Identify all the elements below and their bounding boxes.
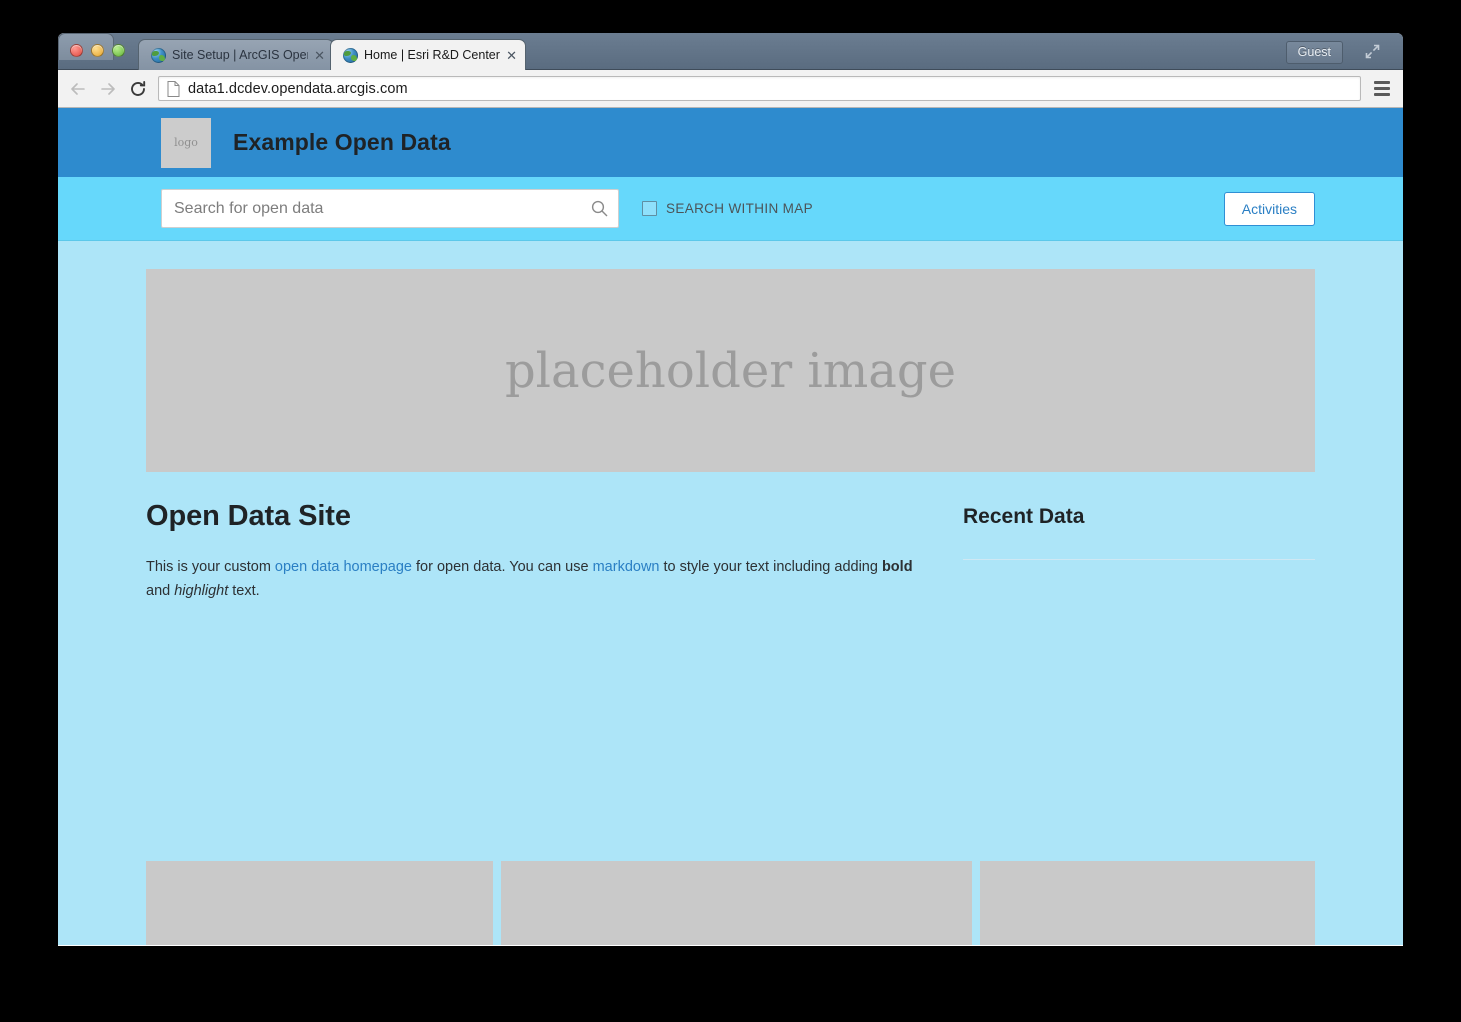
hero-placeholder-image: placeholder image <box>146 269 1315 472</box>
body-part-2: for open data. You can use <box>412 559 593 575</box>
page-body-text: This is your custom open data homepage f… <box>146 555 932 603</box>
search-band: SEARCH WITHIN MAP Activities <box>58 177 1403 241</box>
card-placeholder-0[interactable]: placeholder image <box>146 861 493 945</box>
hamburger-menu-icon[interactable] <box>1371 78 1393 100</box>
recent-data-title: Recent Data <box>963 505 1085 528</box>
open-data-homepage-link[interactable]: open data homepage <box>275 559 412 575</box>
close-tab-1-button[interactable]: ✕ <box>506 49 517 62</box>
browser-window: Site Setup | ArcGIS Open D ✕ Home | Esri… <box>58 33 1403 946</box>
activities-button[interactable]: Activities <box>1223 191 1315 226</box>
search-within-map-toggle[interactable]: SEARCH WITHIN MAP <box>642 201 813 216</box>
markdown-link[interactable]: markdown <box>593 559 660 575</box>
search-input-wrapper <box>161 189 619 228</box>
close-window-button[interactable] <box>70 44 83 57</box>
browser-tab-0[interactable]: Site Setup | ArcGIS Open D ✕ <box>138 39 334 70</box>
cards-row: placeholder image placeholder image plac… <box>146 861 1315 945</box>
address-bar[interactable]: data1.dcdev.opendata.arcgis.com <box>158 76 1361 101</box>
page-viewport: logo Example Open Data SEARCH WITHIN MAP… <box>58 108 1403 945</box>
window-controls <box>70 44 125 57</box>
recent-data-divider <box>963 559 1315 560</box>
site-title: Example Open Data <box>233 129 451 155</box>
browser-tab-1[interactable]: Home | Esri R&D Center, W ✕ <box>330 39 526 70</box>
browser-tab-1-title: Home | Esri R&D Center, W <box>364 48 501 62</box>
search-icon[interactable] <box>590 199 609 218</box>
content-columns: Open Data Site This is your custom open … <box>146 500 1315 603</box>
body-bold-text: bold <box>881 559 913 575</box>
card-placeholder-2[interactable]: placeholder image <box>980 861 1315 945</box>
main-column: Open Data Site This is your custom open … <box>146 500 936 603</box>
close-tab-0-button[interactable]: ✕ <box>314 49 325 62</box>
search-within-map-label: SEARCH WITHIN MAP <box>666 201 813 216</box>
profile-guest-button[interactable]: Guest <box>1285 41 1343 64</box>
page-content: placeholder image Open Data Site This is… <box>58 269 1403 603</box>
body-part-4: and <box>146 583 175 599</box>
browser-tab-0-title: Site Setup | ArcGIS Open D <box>172 48 309 62</box>
browser-tab-strip: Site Setup | ArcGIS Open D ✕ Home | Esri… <box>58 33 1403 70</box>
search-input[interactable] <box>161 189 619 228</box>
maximize-window-button[interactable] <box>112 44 125 57</box>
browser-toolbar: data1.dcdev.opendata.arcgis.com <box>58 70 1403 108</box>
page-title: Open Data Site <box>146 500 351 532</box>
body-part-1: This is your custom <box>146 559 275 575</box>
reload-icon[interactable] <box>128 79 148 99</box>
site-logo-placeholder: logo <box>161 117 211 168</box>
body-highlight-text: highlight <box>174 583 229 599</box>
globe-favicon-icon <box>343 47 358 63</box>
body-part-3: to style your text including adding <box>659 559 882 575</box>
page-document-icon <box>167 80 180 97</box>
sidebar-column: Recent Data <box>936 500 1315 603</box>
minimize-window-button[interactable] <box>91 44 104 57</box>
search-within-map-checkbox[interactable] <box>642 201 657 216</box>
hero-placeholder-text: placeholder image <box>504 342 957 399</box>
expand-icon[interactable] <box>1364 43 1381 60</box>
site-header: logo Example Open Data <box>58 108 1403 177</box>
back-arrow-icon[interactable] <box>68 79 88 99</box>
address-bar-url: data1.dcdev.opendata.arcgis.com <box>188 80 408 97</box>
card-placeholder-1[interactable]: placeholder image <box>501 861 972 945</box>
forward-arrow-icon[interactable] <box>98 79 118 99</box>
globe-favicon-icon <box>151 47 166 63</box>
body-part-5: text. <box>228 583 260 599</box>
